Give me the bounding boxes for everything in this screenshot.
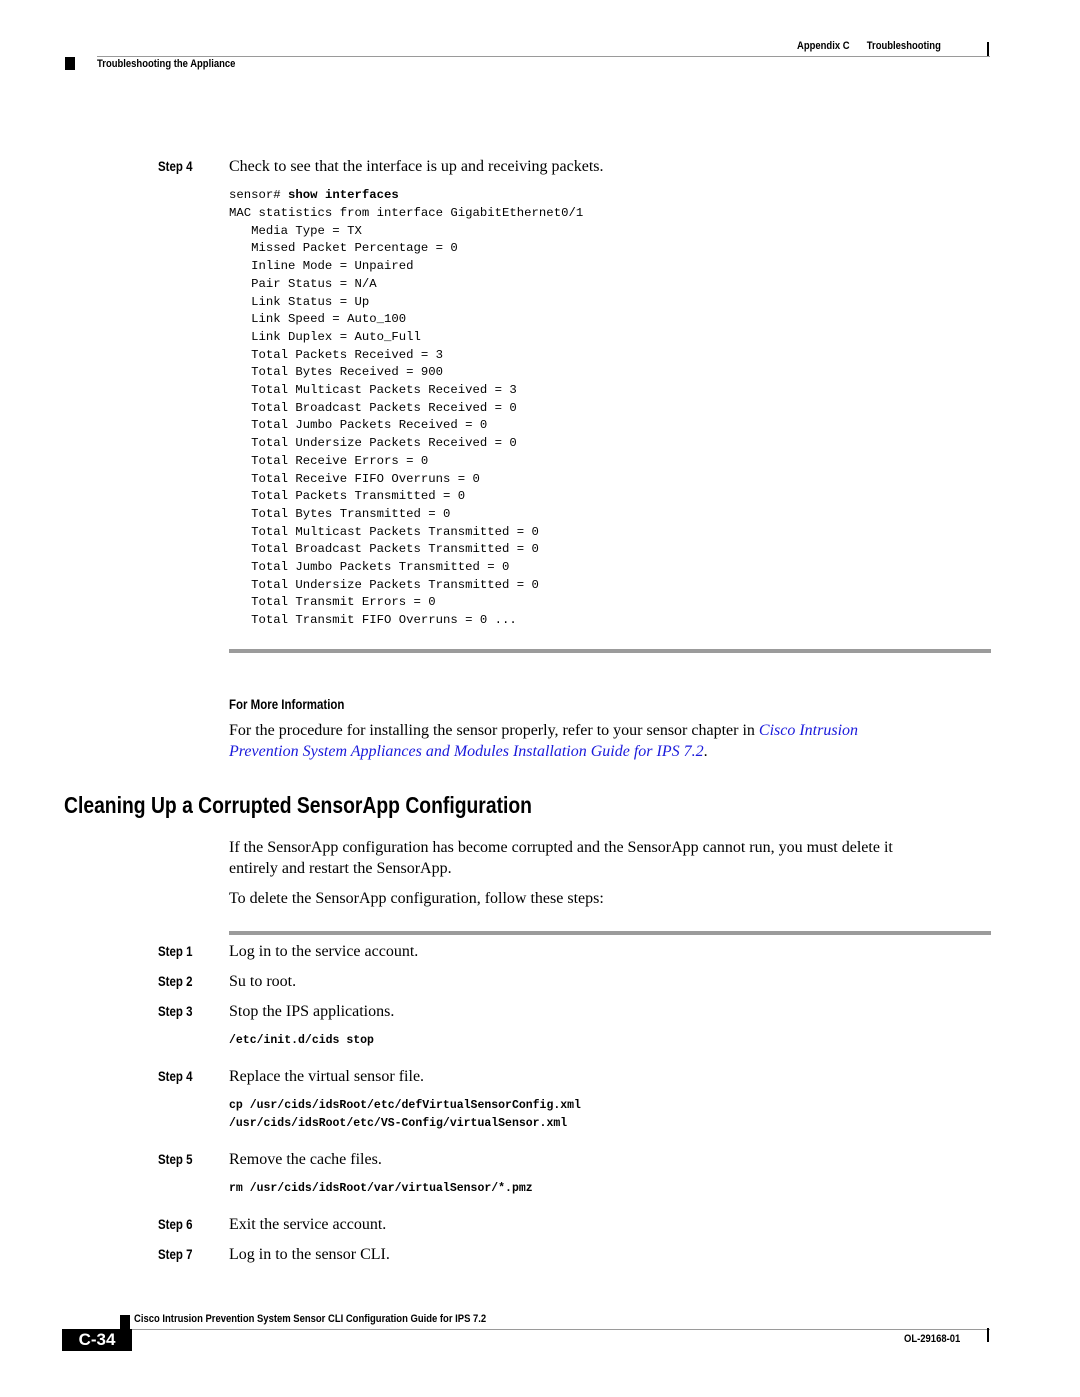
step-1-label: Step 1 <box>158 943 193 959</box>
cli-output-line: Total Broadcast Packets Transmitted = 0 <box>229 542 539 557</box>
step-4-text: Replace the virtual sensor file. <box>229 1068 425 1085</box>
cli-prompt: sensor# <box>229 188 289 202</box>
header-section-title: Troubleshooting the Appliance <box>97 58 236 70</box>
step-2-label: Step 2 <box>158 973 193 989</box>
footer-end-bar <box>987 1328 989 1342</box>
cli-output-line: Total Undersize Packets Transmitted = 0 <box>229 577 539 592</box>
cli-output-line: Total Receive Errors = 0 <box>229 453 429 468</box>
cli-output-line: MAC statistics from interface GigabitEth… <box>229 206 584 220</box>
more-info-heading: For More Information <box>229 696 345 712</box>
cli-output-line: Link Status = Up <box>229 294 370 309</box>
step-4-label: Step 4 <box>158 1068 193 1084</box>
step-5-text: Remove the cache files. <box>229 1151 382 1168</box>
header-chapter-label: Appendix C Troubleshooting <box>797 40 941 52</box>
step-text: Check to see that the interface is up an… <box>229 158 604 175</box>
more-info-paragraph: For the procedure for installing the sen… <box>229 722 859 760</box>
section-title: Cleaning Up a Corrupted SensorApp Config… <box>64 792 532 818</box>
step-1-text: Log in to the service account. <box>229 943 419 960</box>
step-4-command-line-2: /usr/cids/idsRoot/etc/VS-Config/virtualS… <box>229 1117 568 1130</box>
header-square-marker <box>65 57 75 70</box>
cli-output-line: Inline Mode = Unpaired <box>229 259 414 274</box>
step-6-label: Step 6 <box>158 1216 193 1232</box>
cli-output-line: Total Jumbo Packets Transmitted = 0 <box>229 560 510 575</box>
footer-rule <box>130 1329 990 1330</box>
cli-output-line: Total Broadcast Packets Received = 0 <box>229 400 517 415</box>
cli-output-line: Total Multicast Packets Transmitted = 0 <box>229 524 539 539</box>
step-5-command: rm /usr/cids/idsRoot/var/virtualSensor/*… <box>229 1182 533 1195</box>
cli-output-line: Media Type = TX <box>229 223 362 238</box>
step-7-label: Step 7 <box>158 1246 193 1262</box>
step-label: Step 4 <box>158 158 193 174</box>
step-6-text: Exit the service account. <box>229 1216 387 1233</box>
step-3-command: /etc/init.d/cids stop <box>229 1034 374 1047</box>
page-number-badge: C-34 <box>62 1329 132 1351</box>
section-separator <box>229 649 991 653</box>
step-5-label: Step 5 <box>158 1151 193 1167</box>
footer-doc-id: OL-29168-01 <box>904 1333 961 1345</box>
cli-command: show interfaces <box>288 188 399 202</box>
cli-output-line: Total Bytes Received = 900 <box>229 365 444 380</box>
header-rule <box>97 56 990 57</box>
step-7-text: Log in to the sensor CLI. <box>229 1246 390 1263</box>
procedure-separator <box>229 931 991 935</box>
cli-output-line: Missed Packet Percentage = 0 <box>229 241 458 256</box>
section-intro: If the SensorApp configuration has becom… <box>229 839 893 877</box>
cli-output-line: Total Packets Transmitted = 0 <box>229 489 466 504</box>
footer-book-title: Cisco Intrusion Prevention System Sensor… <box>134 1313 487 1325</box>
cli-output-line: Total Packets Received = 3 <box>229 347 444 362</box>
cli-output-line: Total Undersize Packets Received = 0 <box>229 436 517 451</box>
step-3-text: Stop the IPS applications. <box>229 1003 395 1020</box>
chapter-number: Appendix C <box>797 40 850 52</box>
section-lead: To delete the SensorApp configuration, f… <box>229 890 604 907</box>
header-end-bar <box>987 42 989 56</box>
cli-output-line: Total Transmit Errors = 0 <box>229 595 436 610</box>
cli-output-line: Total Bytes Transmitted = 0 <box>229 506 451 521</box>
more-info-text: For the procedure for installing the sen… <box>229 722 759 739</box>
cli-output-line: Link Speed = Auto_100 <box>229 312 407 327</box>
cli-output-line: Total Transmit FIFO Overruns = 0 ... <box>229 613 517 628</box>
cli-command-line: sensor# show interfaces <box>229 187 399 205</box>
step-3-label: Step 3 <box>158 1003 193 1019</box>
step-4-command-line-1: cp /usr/cids/idsRoot/etc/defVirtualSenso… <box>229 1099 581 1112</box>
cli-output-line: Pair Status = N/A <box>229 276 377 291</box>
footer-square-marker <box>120 1315 130 1329</box>
step-2-text: Su to root. <box>229 973 297 990</box>
cli-output-line: Total Jumbo Packets Received = 0 <box>229 418 488 433</box>
chapter-title: Troubleshooting <box>866 40 941 52</box>
cli-output-line: Link Duplex = Auto_Full <box>229 329 421 344</box>
cli-output-line: Total Multicast Packets Received = 3 <box>229 383 517 398</box>
cli-output: MAC statistics from interface GigabitEth… <box>229 205 583 630</box>
cli-output-line: Total Receive FIFO Overruns = 0 <box>229 471 480 486</box>
